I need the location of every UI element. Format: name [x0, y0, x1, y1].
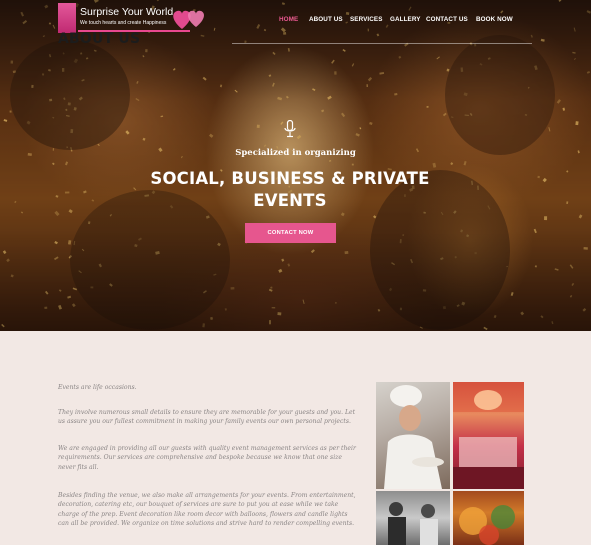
- nav-about-us[interactable]: ABOUT US: [309, 16, 343, 23]
- about-paragraph: They involve numerous small details to e…: [58, 409, 356, 426]
- hero-overlay: [0, 0, 591, 331]
- nav-divider: [232, 43, 532, 44]
- about-paragraph: We are engaged in providing all our gues…: [58, 445, 356, 471]
- logo-tagline: We touch hearts and create Happiness: [80, 20, 167, 26]
- hero-headline-line2: EVENTS: [253, 191, 327, 210]
- site-logo[interactable]: Surprise Your World We touch hearts and …: [58, 3, 208, 33]
- party-guests-photo: [376, 491, 450, 545]
- hero-kicker: Specialized in organizing: [235, 148, 356, 158]
- nav-contact-us[interactable]: CONTACT US: [426, 16, 468, 23]
- logo-title: Surprise Your World: [80, 6, 174, 18]
- about-paragraph: Besides finding the venue, we also make …: [58, 492, 356, 527]
- about-gallery: [376, 382, 524, 545]
- hero-headline: SOCIAL, BUSINESS & PRIVATE EVENTS: [0, 168, 580, 212]
- banquet-hall-photo: [453, 382, 524, 489]
- nav-gallery[interactable]: GALLERY: [390, 16, 421, 23]
- hero-banner: [0, 0, 591, 331]
- nav-home[interactable]: HOME: [279, 16, 298, 23]
- hero-headline-line1: SOCIAL, BUSINESS & PRIVATE: [150, 169, 430, 188]
- decoration-photo: [453, 491, 524, 545]
- about-title: ABOUT US: [58, 31, 141, 47]
- about-paragraph: Events are life occasions.: [58, 384, 137, 391]
- logo-mark: [58, 3, 76, 33]
- contact-now-button[interactable]: CONTACT NOW: [245, 223, 336, 243]
- hearts-icon: [173, 10, 204, 30]
- nav-services[interactable]: SERVICES: [350, 16, 383, 23]
- microphone-icon: [284, 120, 296, 138]
- nav-book-now[interactable]: BOOK NOW: [476, 16, 513, 23]
- chef-photo: [376, 382, 450, 489]
